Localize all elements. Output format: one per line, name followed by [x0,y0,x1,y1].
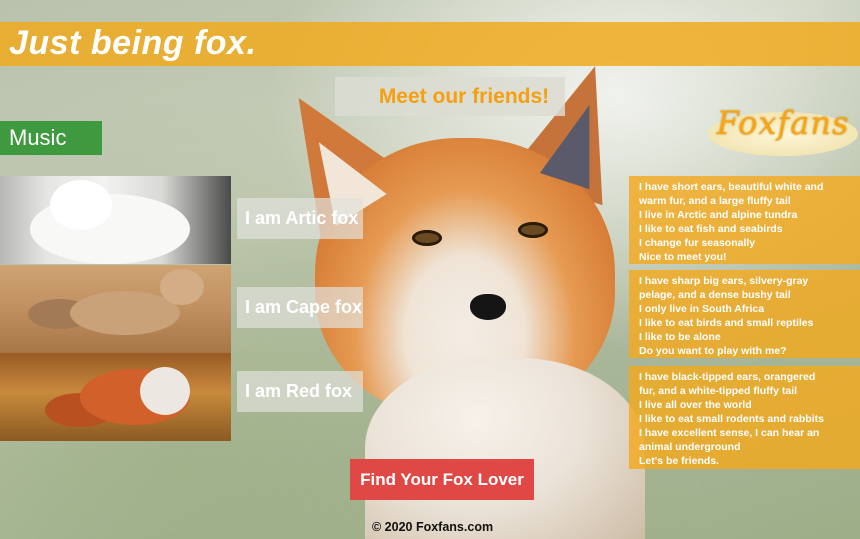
find-fox-lover-button[interactable]: Find Your Fox Lover [350,459,534,500]
description-line: I have black-tipped ears, orangered [639,371,816,383]
description-line: fur, and a white-tipped fluffy tail [639,385,798,397]
description-line: I live all over the world [639,399,752,411]
footer-copyright: © 2020 Foxfans.com [372,520,494,534]
description-line: pelage, and a dense bushy tail [639,289,791,301]
red-fox-button[interactable]: I am Red fox [237,371,363,412]
description-line: I only live in South Africa [639,303,765,315]
description-line: I change fur seasonally [639,237,756,249]
artic-fox-photo [0,176,231,264]
description-line: I live in Arctic and alpine tundra [639,209,798,221]
artic-fox-description: I have short ears, beautiful white and w… [629,176,860,264]
description-line: Do you want to play with me? [639,345,787,357]
meet-friends-heading: Meet our friends! [335,77,565,116]
description-line: I like to be alone [639,331,721,343]
red-fox-photo [0,353,231,441]
cape-fox-description: I have sharp big ears, silvery-gray pela… [629,270,860,358]
cape-fox-button[interactable]: I am Cape fox [237,287,363,328]
description-line: Let's be friends. [639,455,720,467]
header-bar: Just being fox. [0,22,860,66]
description-line: Nice to meet you! [639,251,727,263]
description-line: I have excellent sense, I can hear an [639,427,820,439]
description-line: I like to eat fish and seabirds [639,223,783,235]
red-fox-description: I have black-tipped ears, orangered fur,… [629,366,860,469]
page-title: Just being fox. [9,24,257,62]
cape-fox-photo [0,265,231,353]
logo-text: Foxfans [716,104,850,142]
description-line: animal underground [639,441,741,453]
description-line: warm fur, and a large fluffy tail [639,195,791,207]
description-line: I like to eat birds and small reptiles [639,317,814,329]
foxfans-logo: Foxfans [706,104,860,156]
music-button[interactable]: Music [0,121,102,155]
description-line: I like to eat small rodents and rabbits [639,413,824,425]
description-line: I have short ears, beautiful white and [639,181,824,193]
description-line: I have sharp big ears, silvery-gray [639,275,809,287]
artic-fox-button[interactable]: I am Artic fox [237,198,363,239]
